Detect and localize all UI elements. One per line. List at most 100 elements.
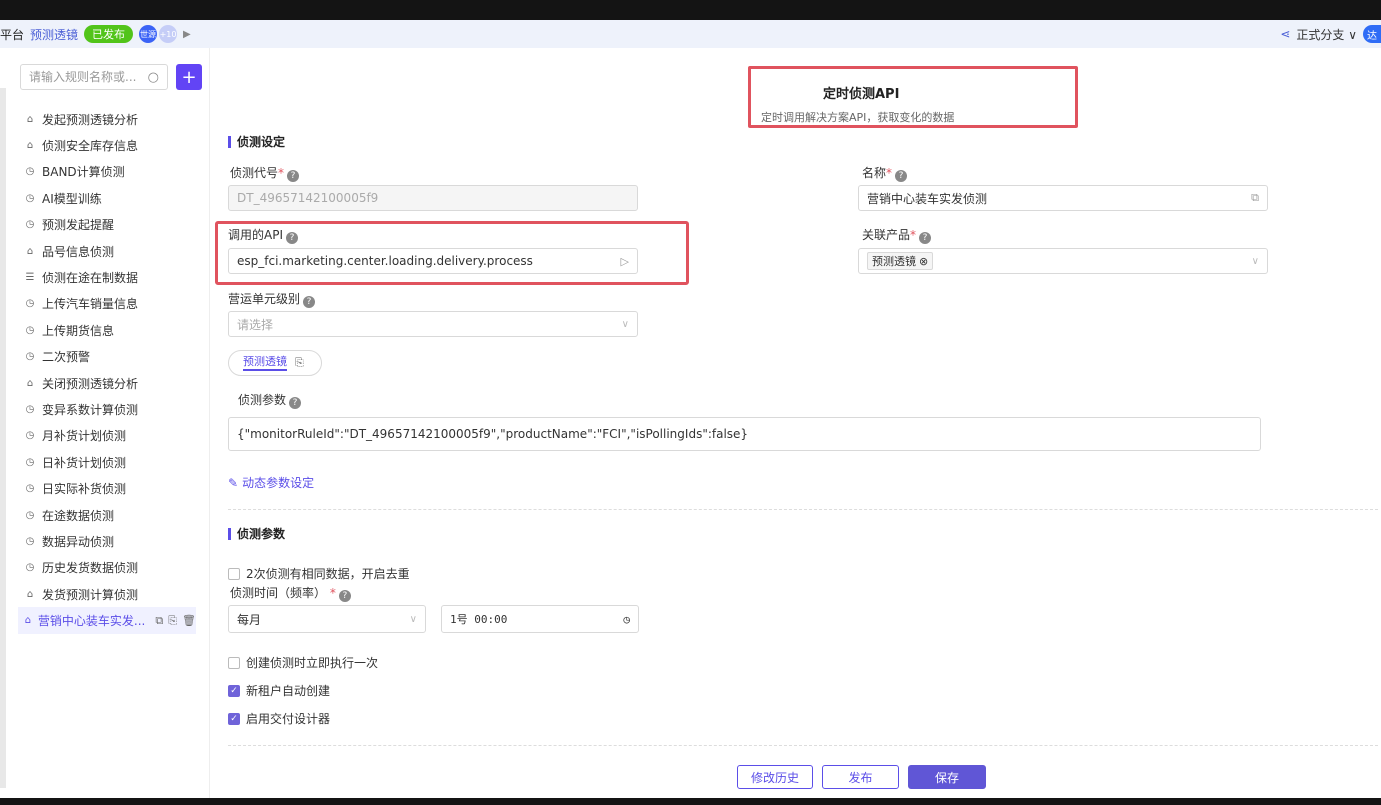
divider bbox=[228, 745, 1378, 746]
sidebar-rule-label: BAND计算侦测 bbox=[42, 165, 125, 180]
sidebar-rule-label: 在途数据侦测 bbox=[42, 508, 115, 523]
sidebar-rule-label: 发起预测透镜分析 bbox=[42, 112, 139, 127]
sidebar-rule-label: 侦测在途在制数据 bbox=[42, 271, 139, 286]
sidebar-rule-label: 变异系数计算侦测 bbox=[42, 402, 139, 417]
status-badge: 已发布 bbox=[84, 25, 134, 43]
clock-icon: ◷ bbox=[25, 403, 35, 415]
avatar[interactable]: 世源 bbox=[139, 25, 158, 43]
play-icon[interactable]: ▶ bbox=[183, 29, 191, 40]
help-icon[interactable]: ? bbox=[338, 590, 351, 602]
sidebar-rule-label: 日补货计划侦测 bbox=[42, 455, 127, 470]
option-checkbox[interactable]: ✓ bbox=[228, 684, 240, 697]
help-icon[interactable]: ? bbox=[919, 232, 932, 244]
code-label: 侦测代号*? bbox=[230, 164, 300, 182]
product-tag: 预测透镜 ⊗ bbox=[867, 252, 934, 270]
dedupe-checkbox-row[interactable]: 2次侦测有相同数据，开启去重 bbox=[228, 565, 410, 582]
sidebar-rule-item[interactable]: ⌂ 营销中心装车实发... ⧉ ⎘ 🗑 bbox=[18, 607, 196, 634]
sidebar-rule-item[interactable]: ⌂ 关闭预测透镜分析 bbox=[24, 370, 204, 396]
document-icon[interactable]: ⎘ bbox=[295, 356, 304, 370]
top-bar: 平台 预测透镜 已发布 世源 +10 ▶ ⋖ 正式分支 ∨ 达 bbox=[0, 20, 1381, 48]
option-checkbox[interactable]: ✓ bbox=[228, 712, 240, 725]
sidebar-rule-item[interactable]: ◷ 数据异动侦测 bbox=[24, 528, 204, 554]
sidebar-rule-item[interactable]: ◷ 上传期货信息 bbox=[24, 317, 204, 343]
sidebar-rule-item[interactable]: ◷ 在途数据侦测 bbox=[24, 502, 204, 528]
sidebar-rule-label: 发货预测计算侦测 bbox=[42, 587, 139, 602]
main-panel: 定时侦测API 定时调用解决方案API，获取变化的数据 侦测设定 侦测代号*? … bbox=[210, 48, 1381, 798]
sidebar-rule-item[interactable]: ◷ 变异系数计算侦测 bbox=[24, 396, 204, 422]
publish-button[interactable]: 发布 bbox=[822, 765, 899, 789]
trash-icon[interactable]: 🗑 bbox=[182, 614, 196, 628]
clock-icon: ◷ bbox=[25, 430, 35, 442]
modify-history-button[interactable]: 修改历史 bbox=[737, 765, 813, 789]
edit-icon: ✎ bbox=[228, 475, 239, 490]
code-field: DT_49657142100005f9 bbox=[228, 185, 638, 211]
clock-icon: ◷ bbox=[25, 483, 35, 495]
platform-label[interactable]: 平台 bbox=[0, 26, 24, 43]
search-icon[interactable]: ○ bbox=[148, 70, 159, 85]
frequency-select[interactable]: 每月 ∨ bbox=[228, 605, 426, 633]
sidebar-rule-item[interactable]: ◷ 上传汽车销量信息 bbox=[24, 291, 204, 317]
help-icon[interactable]: ? bbox=[895, 170, 908, 182]
help-icon[interactable]: ? bbox=[289, 397, 302, 409]
api-type-header: 定时侦测API 定时调用解决方案API，获取变化的数据 bbox=[748, 66, 1078, 128]
clock-icon: ◷ bbox=[25, 535, 35, 547]
copy-icon[interactable]: ⧉ bbox=[1251, 191, 1259, 205]
workspace: ○ + ⌂ 发起预测透镜分析 ⌂ 侦测安全库存信息 ◷ BAND计算侦测 ◷ AI模型训练 ◷ 预… bbox=[0, 48, 1381, 798]
chevron-down-icon: ∨ bbox=[1251, 255, 1259, 267]
search-input[interactable] bbox=[29, 70, 139, 84]
document-icon[interactable]: ⎘ bbox=[168, 614, 177, 628]
clock-icon: ◷ bbox=[25, 324, 35, 336]
copy-icon[interactable]: ⧉ bbox=[155, 614, 163, 628]
app-name-link[interactable]: 预测透镜 bbox=[30, 26, 78, 43]
sidebar-rule-item[interactable]: ⌂ 品号信息侦测 bbox=[24, 238, 204, 264]
sidebar-rule-label: 品号信息侦测 bbox=[42, 244, 115, 259]
help-icon[interactable]: ? bbox=[287, 170, 300, 182]
sidebar-rule-item[interactable]: ◷ 日实际补货侦测 bbox=[24, 475, 204, 501]
sidebar-rule-label: 月补货计划侦测 bbox=[42, 429, 127, 444]
sidebar-rule-item[interactable]: ◷ 日补货计划侦测 bbox=[24, 449, 204, 475]
sidebar-rule-item[interactable]: ◷ BAND计算侦测 bbox=[24, 159, 204, 185]
dedupe-checkbox[interactable] bbox=[228, 567, 240, 580]
tag-close-icon[interactable]: ⊗ bbox=[919, 255, 928, 268]
help-icon[interactable]: ? bbox=[303, 296, 316, 308]
section-title-params: 侦测参数 bbox=[228, 528, 285, 540]
sidebar-rule-label: 历史发货数据侦测 bbox=[42, 561, 139, 576]
help-icon[interactable]: ? bbox=[286, 232, 298, 244]
sidebar-rule-item[interactable]: ◷ 预测发起提醒 bbox=[24, 212, 204, 238]
tab-forecast-lens[interactable]: 预测透镜 ⎘ bbox=[228, 350, 322, 376]
option-checkbox-label: 新租户自动创建 bbox=[246, 684, 331, 698]
dynamic-params-link[interactable]: ✎ 动态参数设定 bbox=[228, 474, 314, 491]
params-field[interactable]: {"monitorRuleId":"DT_49657142100005f9","… bbox=[228, 417, 1261, 451]
sidebar-rule-label: 日实际补货侦测 bbox=[42, 482, 127, 497]
branch-area: ⋖ 正式分支 ∨ 达 bbox=[1280, 20, 1381, 48]
more-members-badge[interactable]: +10 bbox=[159, 25, 178, 43]
user-avatar[interactable]: 达 bbox=[1363, 25, 1381, 43]
product-select[interactable]: 预测透镜 ⊗ ∨ bbox=[858, 248, 1268, 274]
sidebar-rule-label: AI模型训练 bbox=[42, 191, 102, 206]
sidebar-rule-item[interactable]: ☰ 侦测在途在制数据 bbox=[24, 264, 204, 290]
unit-select[interactable]: 请选择 ∨ bbox=[228, 311, 638, 337]
option-checkbox-row[interactable]: 创建侦测时立即执行一次 bbox=[228, 654, 378, 671]
option-checkbox[interactable] bbox=[228, 656, 240, 669]
branch-select[interactable]: 正式分支 ∨ bbox=[1296, 26, 1357, 43]
option-checkbox-row[interactable]: ✓ 启用交付设计器 bbox=[228, 710, 330, 727]
clock-icon: ◷ bbox=[25, 509, 35, 521]
sidebar-rule-label: 二次预警 bbox=[42, 350, 91, 365]
sidebar-rule-item[interactable]: ⌂ 侦测安全库存信息 bbox=[24, 132, 204, 158]
app-breadcrumb: 平台 预测透镜 已发布 世源 +10 ▶ bbox=[0, 25, 191, 43]
sidebar-rule-item[interactable]: ◷ 二次预警 bbox=[24, 344, 204, 370]
api-field[interactable]: esp_fci.marketing.center.loading.deliver… bbox=[228, 248, 638, 274]
sidebar-rule-item[interactable]: ⌂ 发货预测计算侦测 bbox=[24, 581, 204, 607]
option-checkbox-row[interactable]: ✓ 新租户自动创建 bbox=[228, 682, 330, 699]
expand-icon[interactable]: ▷ bbox=[621, 255, 629, 268]
save-button[interactable]: 保存 bbox=[908, 765, 986, 789]
add-rule-button[interactable]: + bbox=[176, 64, 202, 90]
sidebar-rule-label: 预测发起提醒 bbox=[42, 218, 115, 233]
name-field[interactable]: 营销中心装车实发侦测 ⧉ bbox=[858, 185, 1268, 211]
time-picker[interactable]: 1号 00:00 ◷ bbox=[441, 605, 639, 633]
sidebar-rule-item[interactable]: ◷ 月补货计划侦测 bbox=[24, 423, 204, 449]
sidebar-rule-item[interactable]: ◷ 历史发货数据侦测 bbox=[24, 555, 204, 581]
sidebar-rule-item[interactable]: ⌂ 发起预测透镜分析 bbox=[24, 106, 204, 132]
sidebar-rule-item[interactable]: ◷ AI模型训练 bbox=[24, 185, 204, 211]
product-label: 关联产品*? bbox=[862, 226, 932, 244]
